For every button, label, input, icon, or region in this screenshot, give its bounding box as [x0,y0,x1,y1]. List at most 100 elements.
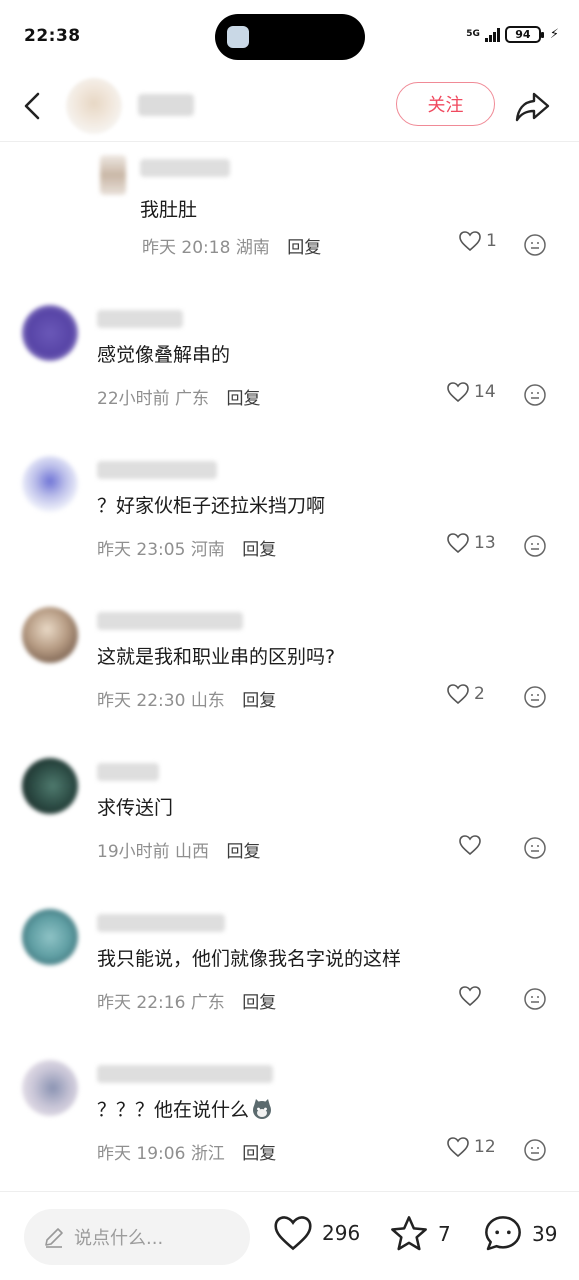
star-post-button[interactable]: 7 [388,1214,451,1254]
author-avatar[interactable] [66,78,122,134]
back-button[interactable] [18,86,50,126]
like-button[interactable]: 13 [446,532,496,554]
comment-text: 我肚肚 [140,199,198,221]
battery-level: 94 [515,28,531,41]
like-count: 1 [486,231,497,251]
comment-meta: 22小时前 广东 回复 [97,384,260,409]
comment-time: 昨天 19:06 [97,1144,186,1164]
reply-button[interactable]: 回复 [226,389,260,409]
pencil-icon [45,1228,63,1248]
dynamic-island [215,14,365,60]
status-time: 22:38 [24,26,81,46]
comment-input[interactable]: 说点什么... [24,1209,250,1265]
reply-button[interactable]: 回复 [242,1144,276,1164]
commenter-avatar[interactable] [22,1060,78,1116]
heart-icon [459,231,481,252]
commenter-avatar[interactable] [22,758,78,814]
status-indicators: 5G 94 ⚡ [466,26,559,43]
comment-item: 我只能说，他们就像我名字说的这样 昨天 22:16 广东 回复 [0,897,579,1047]
emoji-icon [524,234,546,256]
heart-icon [447,382,469,403]
back-icon [24,92,40,120]
like-button[interactable]: 2 [446,683,485,705]
cat-emoji-icon [253,1099,272,1119]
comment-list[interactable]: 我肚肚 昨天 20:18 湖南 回复 1 感觉像叠解串的 22小时前 广东 回复… [0,143,579,1191]
commenter-name[interactable] [97,461,217,479]
emoji-react-button[interactable] [523,233,547,257]
comment-location: 浙江 [190,1144,225,1164]
comment-time: 19小时前 [97,842,170,862]
like-post-count: 296 [322,1221,361,1245]
comment-icon [485,1216,521,1251]
reply-button[interactable]: 回复 [242,540,276,560]
comment-item: ？好家伙柜子还拉米挡刀啊 昨天 23:05 河南 回复 13 [0,444,579,594]
share-icon [515,92,550,122]
emoji-icon [524,837,546,859]
comment-meta: 昨天 20:18 湖南 回复 [142,233,321,258]
emoji-react-button[interactable] [523,383,547,407]
comment-text: ？好家伙柜子还拉米挡刀啊 [97,495,326,517]
comment-item: 求传送门 19小时前 山西 回复 [0,746,579,896]
commenter-name[interactable] [97,310,183,328]
network-label: 5G [466,29,480,39]
emoji-icon [524,384,546,406]
reply-button[interactable]: 回复 [287,238,321,258]
comment-location: 广东 [190,993,225,1013]
comment-text: 求传送门 [97,797,174,819]
comment-time: 昨天 23:05 [97,540,186,560]
share-button[interactable] [512,86,552,126]
like-button[interactable] [458,985,486,1007]
comment-post-button[interactable]: 39 [482,1214,557,1254]
reply-button[interactable]: 回复 [242,993,276,1013]
like-count: 2 [474,684,485,704]
like-post-button[interactable]: 296 [272,1214,360,1252]
comment-item: 我肚肚 昨天 20:18 湖南 回复 1 [0,143,579,293]
comment-time: 昨天 22:16 [97,993,186,1013]
heart-icon [274,1216,312,1251]
like-button[interactable]: 14 [446,381,496,403]
comment-text: 感觉像叠解串的 [97,344,231,366]
like-count: 12 [474,1137,496,1157]
heart-icon [447,684,469,705]
commenter-avatar[interactable] [22,607,78,663]
emoji-react-button[interactable] [523,836,547,860]
emoji-react-button[interactable] [523,534,547,558]
comment-text: 我只能说，他们就像我名字说的这样 [97,948,402,970]
like-button[interactable]: 1 [458,230,497,252]
comment-item: ？？？他在说什么 昨天 19:06 浙江 回复 12 [0,1048,579,1191]
commenter-name[interactable] [97,914,225,932]
reply-button[interactable]: 回复 [226,842,260,862]
emoji-icon [524,1139,546,1161]
emoji-icon [524,988,546,1010]
commenter-avatar[interactable] [22,909,78,965]
commenter-avatar[interactable] [22,305,78,361]
heart-icon [459,986,481,1007]
emoji-react-button[interactable] [523,1138,547,1162]
comment-location: 山东 [190,691,225,711]
reply-button[interactable]: 回复 [242,691,276,711]
comment-location: 河南 [190,540,225,560]
star-icon [391,1216,427,1251]
heart-icon [459,835,481,856]
bottom-action-bar: 说点什么... 296 7 39 [0,1191,579,1280]
author-name[interactable] [138,94,194,116]
commenter-name[interactable] [140,159,230,177]
emoji-icon [524,535,546,557]
emoji-react-button[interactable] [523,685,547,709]
heart-icon [447,533,469,554]
like-button[interactable]: 12 [446,1136,496,1158]
follow-button[interactable]: 关注 [396,82,495,126]
comment-text: ？？？他在说什么 [97,1095,273,1122]
commenter-name[interactable] [97,612,243,630]
comment-text-content: ？？？他在说什么 [97,1099,250,1121]
like-button[interactable] [458,834,486,856]
commenter-name[interactable] [97,1065,273,1083]
commenter-avatar[interactable] [22,456,78,512]
commenter-name[interactable] [97,763,159,781]
commenter-avatar[interactable] [100,155,126,195]
comment-post-count: 39 [532,1222,558,1246]
comment-meta: 昨天 23:05 河南 回复 [97,535,276,560]
comment-meta: 19小时前 山西 回复 [97,837,260,862]
comment-meta: 昨天 22:30 山东 回复 [97,686,276,711]
emoji-react-button[interactable] [523,987,547,1011]
